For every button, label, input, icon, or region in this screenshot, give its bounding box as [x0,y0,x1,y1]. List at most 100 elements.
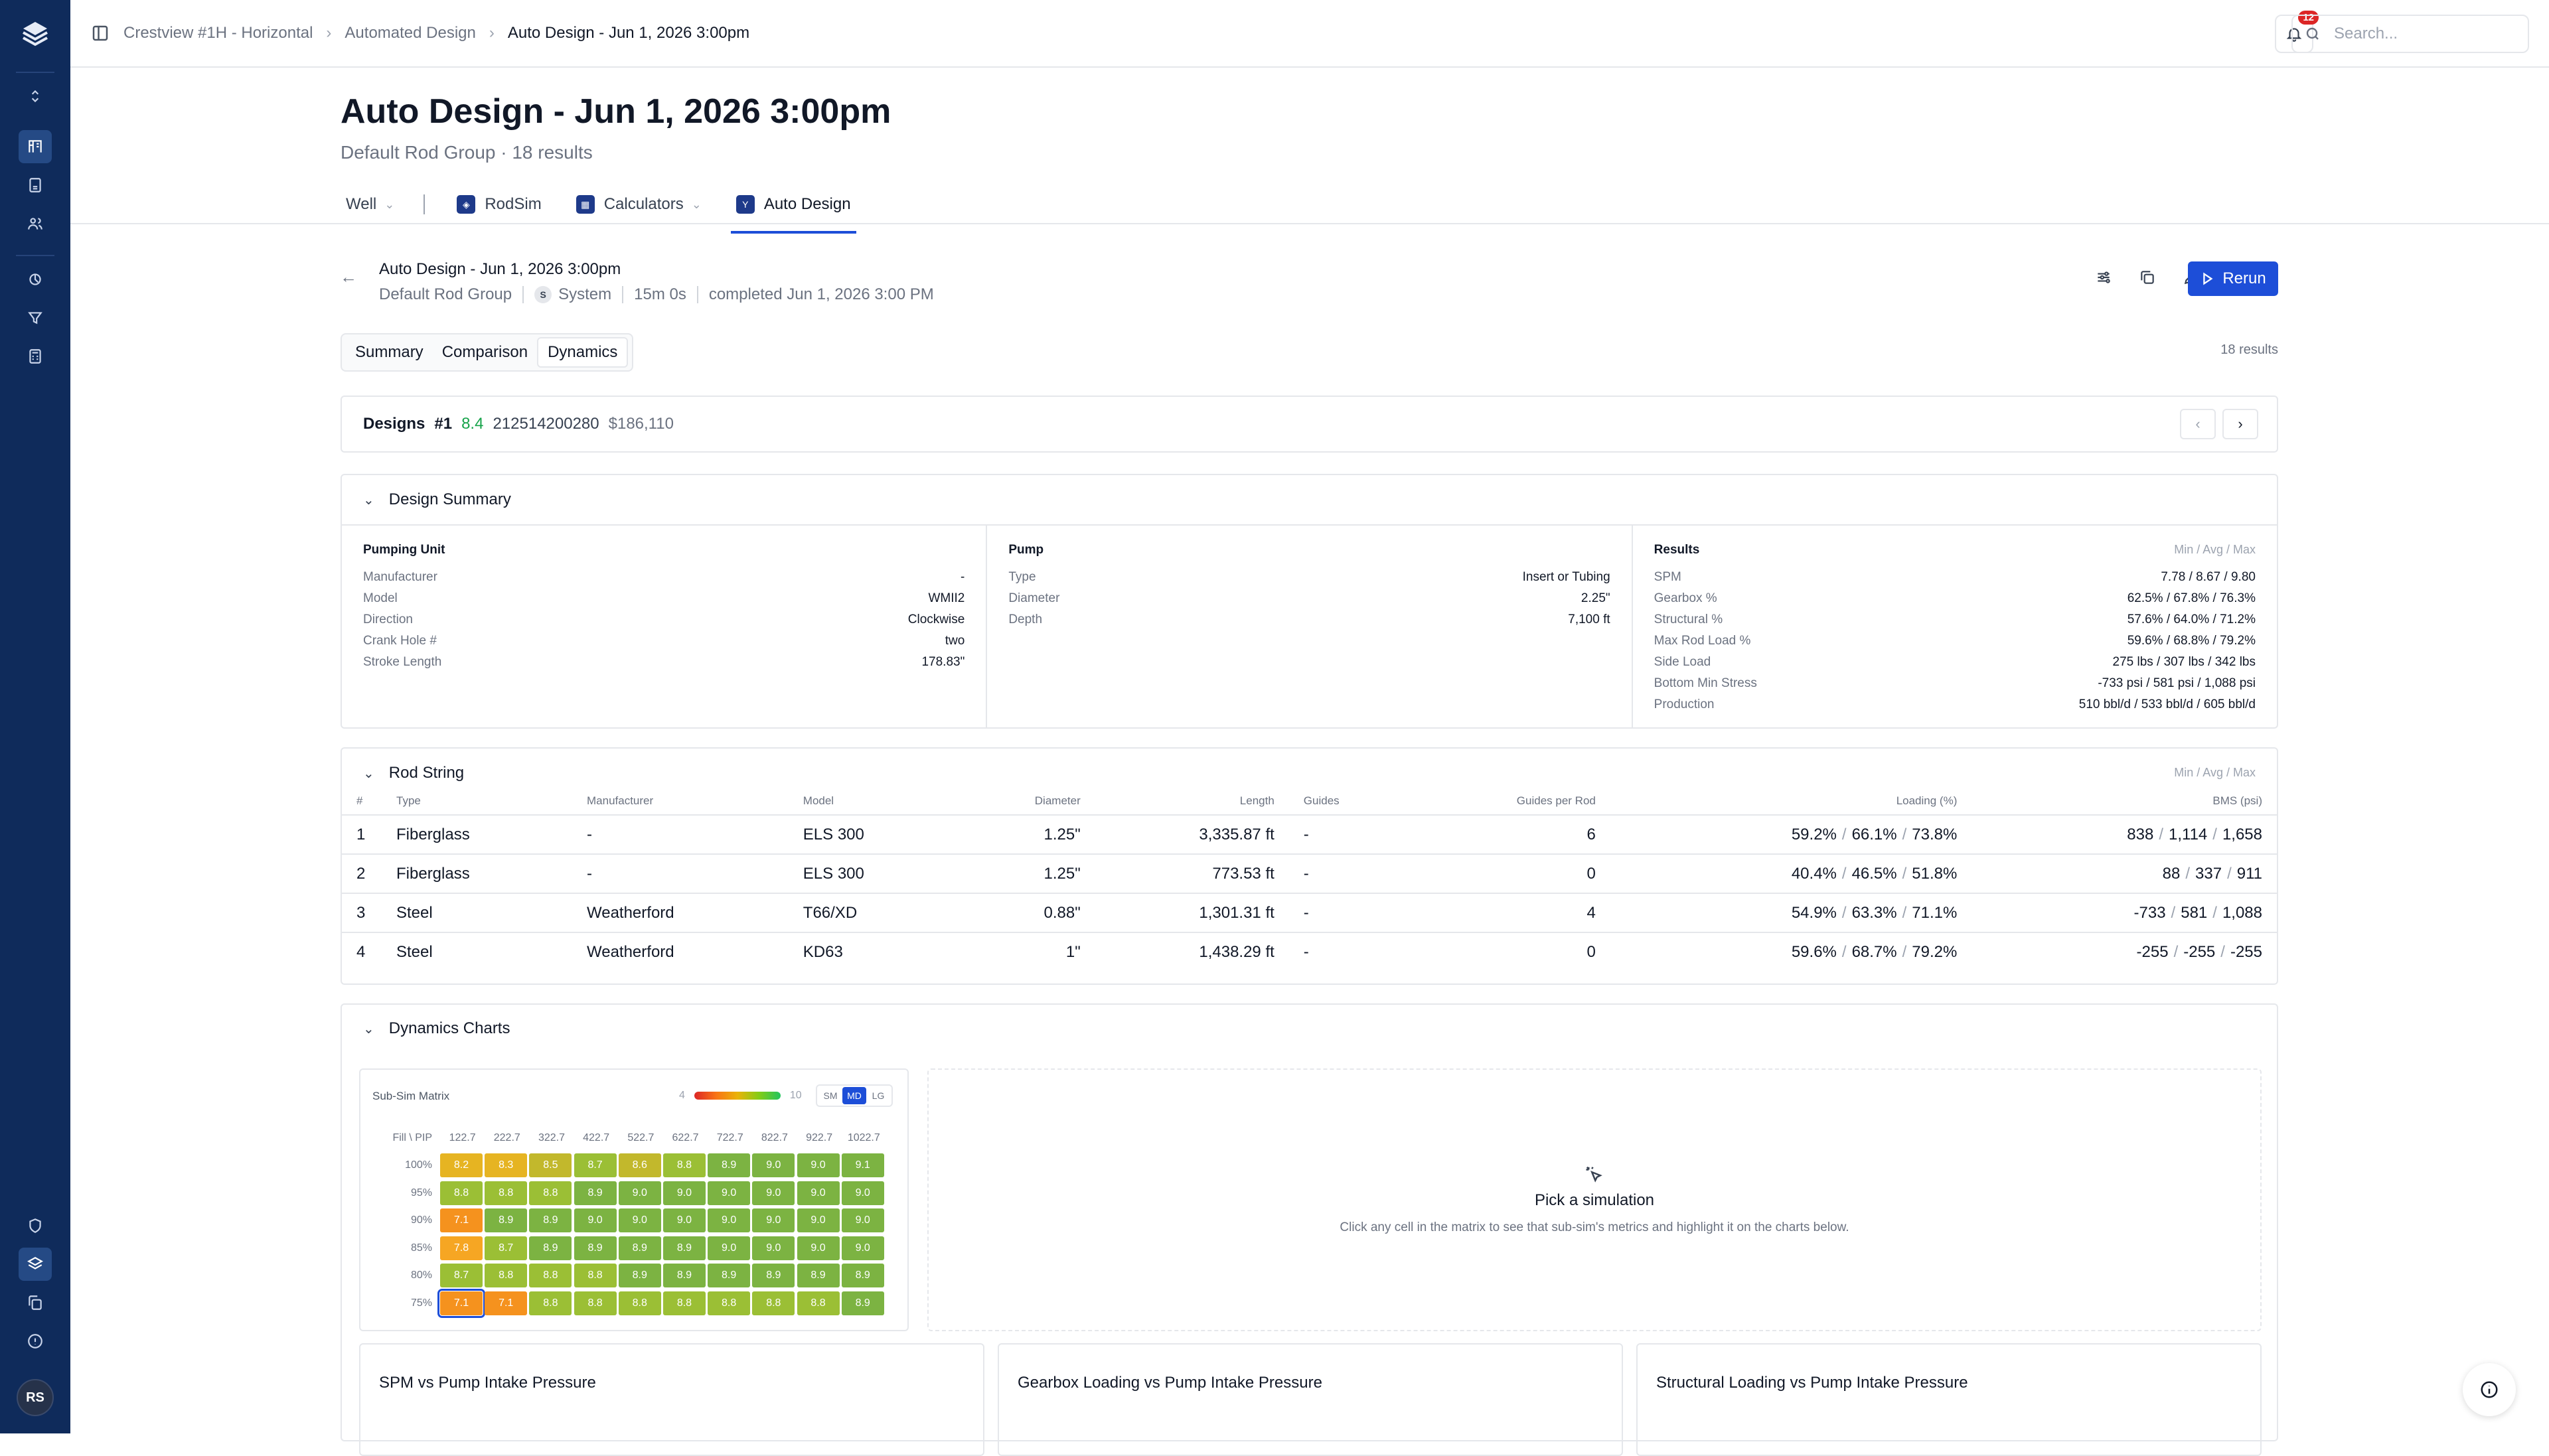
matrix-cell[interactable]: 8.8 [574,1291,617,1315]
matrix-cell[interactable]: 8.9 [618,1264,661,1288]
matrix-cell[interactable]: 7.1 [485,1291,528,1315]
matrix-cell[interactable]: 9.0 [797,1181,840,1205]
prev-design-button[interactable]: ‹ [2180,409,2216,439]
tab-dynamics[interactable]: Dynamics [537,337,629,368]
matrix-cell[interactable]: 8.9 [574,1181,617,1205]
matrix-cell[interactable]: 9.0 [708,1236,751,1260]
matrix-cell[interactable]: 8.9 [662,1236,706,1260]
shield-icon[interactable] [19,1209,52,1242]
matrix-cell[interactable]: 9.0 [708,1181,751,1205]
matrix-cell[interactable]: 8.9 [797,1264,840,1288]
matrix-cell[interactable]: 8.8 [485,1264,528,1288]
matrix-cell[interactable]: 8.8 [440,1181,483,1205]
matrix-cell[interactable]: 9.0 [708,1208,751,1233]
tab-rodsim[interactable]: ◈ RodSim [451,184,546,224]
calculator-icon[interactable] [19,340,52,373]
matrix-cell[interactable]: 9.0 [797,1208,840,1233]
matrix-cell[interactable]: 8.5 [529,1153,572,1178]
copy-docs-icon[interactable] [19,1286,52,1319]
help-button[interactable] [2463,1363,2516,1416]
matrix-cell[interactable]: 8.9 [529,1208,572,1233]
matrix-cell[interactable]: 9.0 [752,1208,795,1233]
matrix-cell[interactable]: 8.7 [440,1264,483,1288]
user-avatar[interactable]: RS [17,1379,54,1416]
matrix-cell[interactable]: 9.0 [574,1208,617,1233]
matrix-cell[interactable]: 9.0 [662,1208,706,1233]
dynamics-charts-header[interactable]: ⌄ Dynamics Charts [342,1005,2277,1053]
rerun-button[interactable]: Rerun [2188,261,2278,296]
matrix-cell[interactable]: 7.8 [440,1236,483,1260]
matrix-cell[interactable]: 8.7 [485,1236,528,1260]
matrix-cell[interactable]: 9.0 [662,1181,706,1205]
matrix-cell[interactable]: 8.7 [574,1153,617,1178]
matrix-cell[interactable]: 9.0 [841,1208,884,1233]
matrix-cell[interactable]: 8.8 [618,1291,661,1315]
size-lg-button[interactable]: LG [866,1087,890,1104]
matrix-cell[interactable]: 9.0 [797,1153,840,1178]
matrix-cell[interactable]: 8.9 [841,1291,884,1315]
next-design-button[interactable]: › [2222,409,2258,439]
back-arrow-icon[interactable]: ← [340,267,357,287]
tab-comparison[interactable]: Comparison [433,337,537,368]
matrix-cell[interactable]: 8.9 [574,1236,617,1260]
matrix-cell[interactable]: 8.8 [752,1291,795,1315]
matrix-cell[interactable]: 9.0 [752,1181,795,1205]
chart-title: SPM vs Pump Intake Pressure [379,1374,596,1392]
wells-icon[interactable] [19,130,52,163]
matrix-cell[interactable]: 8.9 [841,1264,884,1288]
matrix-cell[interactable]: 8.2 [440,1153,483,1178]
matrix-cell[interactable]: 8.8 [662,1153,706,1178]
matrix-cell[interactable]: 9.0 [841,1181,884,1205]
matrix-cell[interactable]: 8.8 [574,1264,617,1288]
rod-string-header[interactable]: ⌄ Rod String [342,749,2277,787]
matrix-cell[interactable]: 8.8 [708,1291,751,1315]
design-summary-header[interactable]: ⌄ Design Summary [342,475,2277,526]
matrix-cell[interactable]: 9.0 [797,1236,840,1260]
summary-value: 178.83" [921,655,965,669]
breadcrumb-item-automated-design[interactable]: Automated Design [345,24,475,42]
app-logo[interactable] [16,15,54,53]
matrix-cell[interactable]: 9.0 [752,1236,795,1260]
matrix-cell[interactable]: 8.8 [797,1291,840,1315]
matrix-cell[interactable]: 8.9 [708,1153,751,1178]
settings-sliders-button[interactable] [2082,262,2125,293]
info-circle-icon[interactable] [19,1325,52,1358]
matrix-cell[interactable]: 8.3 [485,1153,528,1178]
tab-summary[interactable]: Summary [346,337,433,368]
matrix-cell[interactable]: 9.0 [618,1181,661,1205]
matrix-cell[interactable]: 8.6 [618,1153,661,1178]
search-input[interactable]: Search... [2291,15,2529,53]
matrix-cell[interactable]: 8.8 [529,1291,572,1315]
breadcrumb-item-well[interactable]: Crestview #1H - Horizontal [123,24,313,42]
matrix-cell[interactable]: 8.9 [529,1236,572,1260]
filter-icon[interactable] [19,301,52,334]
matrix-cell[interactable]: 8.9 [752,1264,795,1288]
matrix-cell[interactable]: 7.1 [437,1288,485,1318]
sidebar-toggle-icon[interactable] [90,23,110,43]
pump-icon[interactable] [19,263,52,296]
matrix-cell[interactable]: 8.8 [529,1181,572,1205]
matrix-cell[interactable]: 8.8 [485,1181,528,1205]
expand-icon[interactable] [19,80,52,113]
matrix-cell[interactable]: 8.8 [529,1264,572,1288]
matrix-cell[interactable]: 8.8 [662,1291,706,1315]
matrix-cell[interactable]: 9.0 [618,1208,661,1233]
size-md-button[interactable]: MD [842,1087,866,1104]
users-icon[interactable] [19,207,52,240]
duplicate-button[interactable] [2125,262,2169,293]
tab-calculators[interactable]: ▦ Calculators ⌄ [571,184,707,224]
matrix-cell[interactable]: 8.9 [662,1264,706,1288]
summary-value: 275 lbs / 307 lbs / 342 lbs [2112,655,2256,669]
matrix-cell[interactable]: 8.9 [618,1236,661,1260]
matrix-cell[interactable]: 9.0 [841,1236,884,1260]
layers-icon[interactable] [19,1248,52,1281]
size-sm-button[interactable]: SM [818,1087,842,1104]
tab-auto-design[interactable]: Y Auto Design [730,184,856,234]
reports-icon[interactable] [19,169,52,202]
matrix-cell[interactable]: 7.1 [440,1208,483,1233]
matrix-cell[interactable]: 8.9 [708,1264,751,1288]
matrix-cell[interactable]: 8.9 [485,1208,528,1233]
matrix-cell[interactable]: 9.0 [752,1153,795,1178]
matrix-cell[interactable]: 9.1 [841,1153,884,1178]
tab-well[interactable]: Well ⌄ [341,184,400,224]
